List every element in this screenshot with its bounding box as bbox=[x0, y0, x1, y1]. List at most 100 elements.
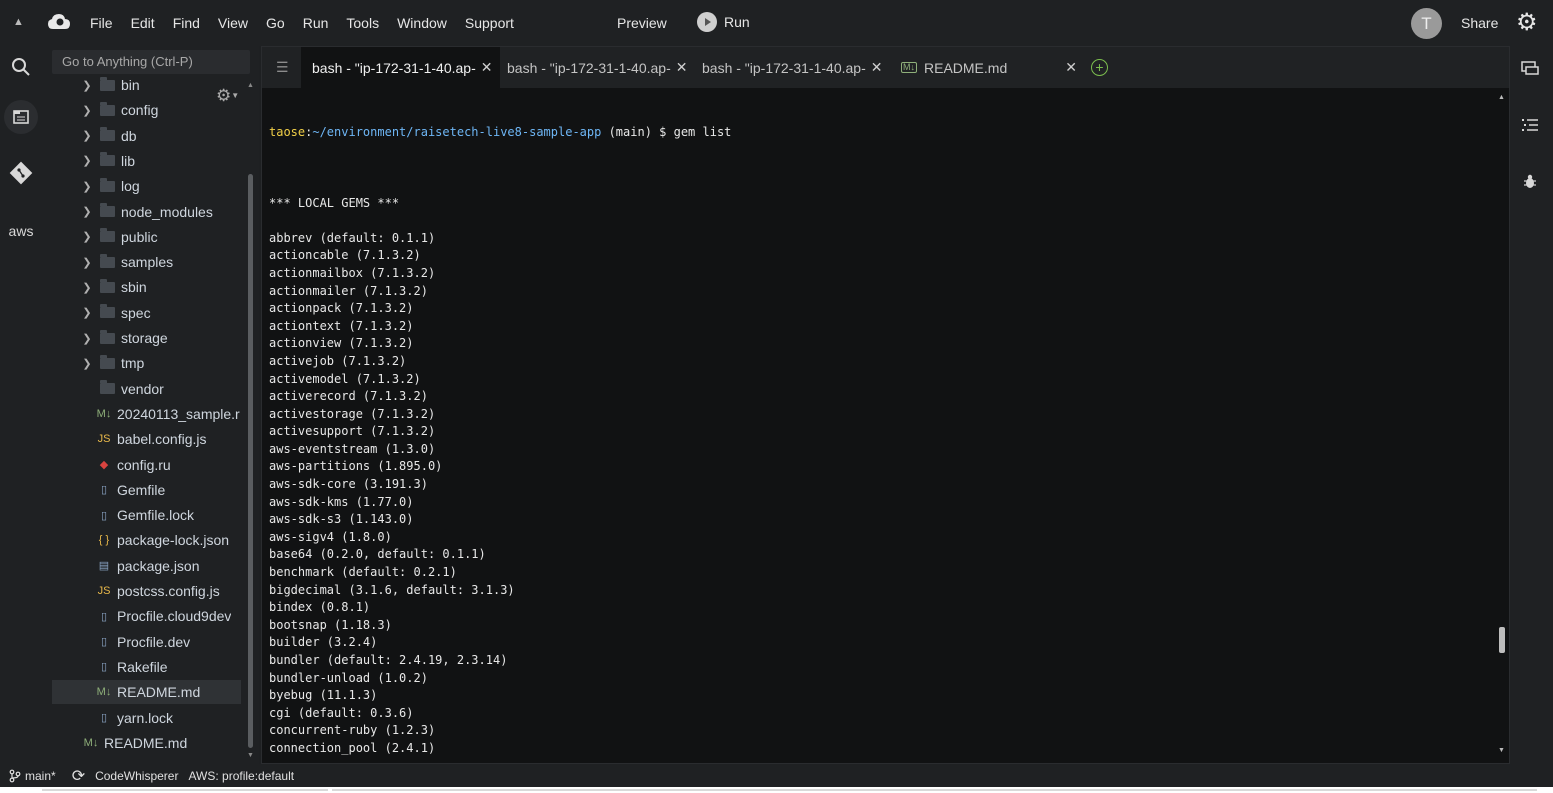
tree-item[interactable]: ❯ bin bbox=[52, 73, 241, 97]
folder-icon bbox=[100, 177, 115, 192]
terminal-line: bigdecimal (3.1.6, default: 3.1.3) bbox=[269, 582, 515, 597]
tree-item[interactable]: ❯ storage bbox=[52, 326, 241, 350]
environment-files-icon[interactable] bbox=[4, 100, 38, 134]
menu-view[interactable]: View bbox=[218, 15, 248, 31]
chevron-right-icon[interactable]: ❯ bbox=[81, 104, 93, 117]
preview-menu[interactable]: Preview bbox=[617, 15, 667, 31]
chevron-right-icon[interactable]: ❯ bbox=[81, 154, 93, 167]
tab-bash-1[interactable]: bash - "ip-172-31-1-40.ap- ✕ bbox=[301, 47, 500, 88]
aws-profile-status[interactable]: AWS: profile:default bbox=[188, 769, 294, 783]
tree-scrollbar[interactable] bbox=[248, 174, 253, 748]
run-button[interactable]: Run bbox=[697, 12, 750, 32]
terminal-output[interactable]: taose:~/environment/raisetech-live8-samp… bbox=[269, 89, 1494, 759]
close-icon[interactable]: ✕ bbox=[1065, 59, 1077, 76]
chevron-right-icon[interactable]: ❯ bbox=[81, 180, 93, 193]
gear-icon[interactable]: ⚙ bbox=[1516, 11, 1538, 35]
scroll-up-arrow-icon[interactable]: ▲ bbox=[247, 82, 254, 89]
tree-item[interactable]: M↓ 20240113_sample.r bbox=[52, 402, 241, 426]
search-icon[interactable] bbox=[8, 54, 34, 80]
menu-support[interactable]: Support bbox=[465, 15, 514, 31]
menu-edit[interactable]: Edit bbox=[131, 15, 155, 31]
sync-icon[interactable]: ⟳ bbox=[72, 766, 85, 786]
share-button[interactable]: Share bbox=[1461, 15, 1498, 31]
tree-item[interactable]: ▯ Gemfile.lock bbox=[52, 503, 241, 527]
terminal-scrollbar[interactable] bbox=[1499, 627, 1505, 653]
tree-item[interactable]: ❯ samples bbox=[52, 250, 241, 274]
chevron-right-icon[interactable]: ❯ bbox=[81, 306, 93, 319]
javascript-file-icon: JS bbox=[97, 433, 111, 446]
tab-bash-3[interactable]: bash - "ip-172-31-1-40.ap- ✕ bbox=[691, 47, 890, 88]
close-icon[interactable]: ✕ bbox=[481, 59, 493, 76]
folder-icon bbox=[100, 380, 115, 395]
tree-item[interactable]: ❯ public bbox=[52, 225, 241, 249]
debugger-bug-icon[interactable] bbox=[1519, 170, 1541, 192]
tree-item[interactable]: ❯ node_modules bbox=[52, 200, 241, 224]
avatar[interactable]: T bbox=[1411, 8, 1442, 39]
terminal-line: aws-sigv4 (1.8.0) bbox=[269, 529, 392, 544]
tree-item-label: bin bbox=[121, 77, 140, 93]
terminal-line: actioncable (7.1.3.2) bbox=[269, 248, 421, 263]
tree-item[interactable]: M↓ README.md bbox=[52, 680, 241, 705]
menu-run[interactable]: Run bbox=[303, 15, 329, 31]
close-icon[interactable]: ✕ bbox=[676, 59, 688, 76]
terminal-scroll-down-icon[interactable]: ▼ bbox=[1498, 747, 1505, 754]
tree-item[interactable]: ▯ Rakefile bbox=[52, 655, 241, 679]
terminal-line: aws-sdk-kms (1.77.0) bbox=[269, 494, 414, 509]
terminal-line: bindex (0.8.1) bbox=[269, 600, 371, 615]
codewhisperer-status[interactable]: CodeWhisperer bbox=[95, 769, 178, 783]
tab-readme[interactable]: M↓ README.md ✕ bbox=[901, 47, 1077, 88]
close-icon[interactable]: ✕ bbox=[871, 59, 883, 76]
tree-item[interactable]: JS postcss.config.js bbox=[52, 579, 241, 603]
chevron-right-icon[interactable]: ❯ bbox=[81, 357, 93, 370]
chevron-right-icon[interactable]: ❯ bbox=[81, 79, 93, 92]
tree-item[interactable]: M↓ README.md bbox=[52, 731, 241, 755]
tab-menu-icon[interactable]: ☰ bbox=[276, 59, 289, 76]
menu-file[interactable]: File bbox=[90, 15, 113, 31]
terminal-line: bootsnap (1.18.3) bbox=[269, 617, 392, 632]
terminal-line: activemodel (7.1.3.2) bbox=[269, 371, 421, 386]
menu-tools[interactable]: Tools bbox=[346, 15, 379, 31]
tree-item[interactable]: ▯ Gemfile bbox=[52, 478, 241, 502]
tree-item[interactable]: vendor bbox=[52, 377, 241, 401]
tree-item[interactable]: JS babel.config.js bbox=[52, 427, 241, 451]
chevron-right-icon[interactable]: ❯ bbox=[81, 230, 93, 243]
collapse-menu-icon[interactable]: ▲ bbox=[13, 16, 24, 28]
tree-item[interactable]: ▤ package.json bbox=[52, 554, 241, 578]
cloud9-logo-icon[interactable] bbox=[47, 12, 71, 32]
folder-icon bbox=[100, 253, 115, 268]
tree-item[interactable]: ❯ lib bbox=[52, 149, 241, 173]
tree-item[interactable]: ❯ db bbox=[52, 124, 241, 148]
aws-icon[interactable]: aws bbox=[8, 218, 34, 244]
chevron-right-icon[interactable]: ❯ bbox=[81, 256, 93, 269]
tree-item[interactable]: ❯ spec bbox=[52, 301, 241, 325]
folder-icon bbox=[100, 76, 115, 91]
goto-anything-input[interactable]: Go to Anything (Ctrl-P) bbox=[52, 50, 250, 74]
tree-item[interactable]: ▯ yarn.lock bbox=[52, 706, 241, 730]
chevron-right-icon[interactable]: ❯ bbox=[81, 332, 93, 345]
tree-item[interactable]: ❯ config bbox=[52, 98, 241, 122]
chevron-right-icon[interactable]: ❯ bbox=[81, 205, 93, 218]
menu-window[interactable]: Window bbox=[397, 15, 447, 31]
file-icon: ▯ bbox=[100, 484, 108, 497]
tab-label: README.md bbox=[924, 59, 1008, 76]
tree-item[interactable]: ▯ Procfile.dev bbox=[52, 630, 241, 654]
tree-item[interactable]: ◆ config.ru bbox=[52, 453, 241, 477]
menu-find[interactable]: Find bbox=[173, 15, 200, 31]
collaborate-icon[interactable] bbox=[1519, 58, 1541, 80]
git-branch-label[interactable]: main* bbox=[25, 769, 56, 783]
chevron-right-icon[interactable]: ❯ bbox=[81, 281, 93, 294]
source-control-icon[interactable] bbox=[8, 160, 34, 186]
chevron-right-icon[interactable]: ❯ bbox=[81, 129, 93, 142]
outline-icon[interactable] bbox=[1519, 114, 1541, 136]
tree-item[interactable]: ❯ log bbox=[52, 174, 241, 198]
tab-bash-2[interactable]: bash - "ip-172-31-1-40.ap- ✕ bbox=[496, 47, 695, 88]
tree-item[interactable]: ▯ Procfile.cloud9dev bbox=[52, 604, 241, 628]
terminal-line: bundler-unload (1.0.2) bbox=[269, 670, 428, 685]
tree-item[interactable]: ❯ tmp bbox=[52, 351, 241, 375]
terminal-scroll-up-icon[interactable]: ▲ bbox=[1498, 94, 1505, 101]
scroll-down-arrow-icon[interactable]: ▼ bbox=[247, 752, 254, 759]
tree-item[interactable]: { } package-lock.json bbox=[52, 528, 241, 552]
new-tab-plus-icon[interactable]: + bbox=[1091, 59, 1108, 76]
tree-item[interactable]: ❯ sbin bbox=[52, 275, 241, 299]
menu-go[interactable]: Go bbox=[266, 15, 285, 31]
